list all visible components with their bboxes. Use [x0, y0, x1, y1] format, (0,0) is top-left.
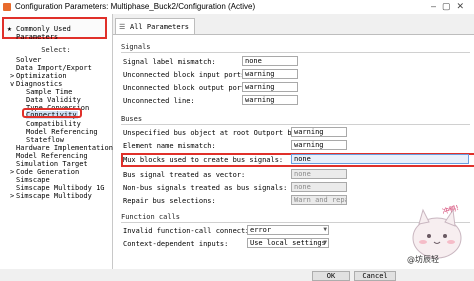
tree-item-stateflow[interactable]: Stateflow: [26, 136, 64, 144]
tree-item-diagnostics-expander[interactable]: v: [10, 80, 14, 88]
element-name-mismatch-select[interactable]: warning: [291, 140, 347, 150]
unspecified-bus-object-select[interactable]: warning: [291, 127, 347, 137]
left-pane: ★ Commonly Used Parameters Select: Solve…: [0, 14, 113, 269]
commonly-used-parameters-tab[interactable]: ★ Commonly Used Parameters: [2, 17, 107, 41]
tree-item-data-import-export[interactable]: Data Import/Export: [16, 64, 92, 72]
signal-label-mismatch-select[interactable]: none: [242, 56, 298, 66]
unconnected-input-select[interactable]: warning: [242, 69, 298, 79]
unconnected-output-label: Unconnected block output ports:: [123, 84, 254, 92]
tree-item-sample-time[interactable]: Sample Time: [26, 88, 72, 96]
context-dependent-inputs-label: Context-dependent inputs:: [123, 240, 229, 248]
divider: [121, 124, 470, 125]
tree-item-optimization-expander[interactable]: >: [10, 72, 14, 80]
window-title: Configuration Parameters: Multiphase_Buc…: [15, 2, 256, 11]
title-bar: Configuration Parameters: Multiphase_Buc…: [0, 0, 474, 15]
tree-item-data-validity[interactable]: Data Validity: [26, 96, 81, 104]
tab-all-parameters[interactable]: ☰ All Parameters: [115, 18, 195, 34]
connectivity-highlight-box: [22, 108, 82, 118]
unconnected-input-label: Unconnected block input ports:: [123, 71, 250, 79]
divider: [121, 52, 470, 53]
svg-text:冲鸭!: 冲鸭!: [441, 203, 460, 216]
function-calls-heading: Function calls: [121, 213, 181, 221]
unconnected-line-select[interactable]: warning: [242, 95, 298, 105]
tree-item-simulation-target[interactable]: Simulation Target: [16, 160, 88, 168]
chevron-down-icon: ▼: [323, 226, 327, 233]
tree-item-model-referencing[interactable]: Model Referencing: [16, 152, 88, 160]
tab-bar: ☰ All Parameters: [113, 14, 474, 34]
dialog-buttons: OK Cancel: [0, 269, 474, 281]
tree-item-simscape-multibody[interactable]: Simscape Multibody: [16, 192, 92, 200]
tree-item-code-generation-expander[interactable]: >: [10, 168, 14, 176]
tree-item-simscape-multibody-expander[interactable]: >: [10, 192, 14, 200]
repair-bus-selections-label: Repair bus selections:: [123, 197, 216, 205]
non-bus-signals-select[interactable]: none: [291, 182, 347, 192]
tree-item-code-generation[interactable]: Code Generation: [16, 168, 79, 176]
table-icon: ☰: [119, 23, 126, 31]
tree-item-simscape-multibody-1g[interactable]: Simscape Multibody 1G: [16, 184, 105, 192]
star-icon: ★: [7, 24, 12, 33]
unconnected-line-label: Unconnected line:: [123, 97, 195, 105]
chevron-down-icon: ▼: [323, 239, 327, 246]
tree-item-simscape[interactable]: Simscape: [16, 176, 50, 184]
window-controls[interactable]: –▢✕: [431, 1, 470, 12]
unconnected-output-select[interactable]: warning: [242, 82, 298, 92]
unspecified-bus-object-label: Unspecified bus object at root Outport b…: [123, 129, 313, 137]
ok-button[interactable]: OK: [312, 271, 350, 281]
invalid-function-call-label: Invalid function-call connection:: [123, 227, 263, 235]
context-dependent-inputs-select[interactable]: Use local settings ▼: [247, 238, 329, 248]
repair-bus-selections-select[interactable]: Warn and repair: [291, 195, 347, 205]
matlab-icon: [3, 3, 11, 11]
signal-label-mismatch-label: Signal label mismatch:: [123, 58, 216, 66]
all-parameters-label: All Parameters: [130, 23, 190, 31]
tree-item-solver[interactable]: Solver: [16, 56, 41, 64]
tree-item-compatibility[interactable]: Compatibility: [26, 120, 81, 128]
invalid-function-call-select[interactable]: error ▼: [247, 225, 329, 235]
select-label: Select:: [41, 46, 71, 54]
mux-blocks-select[interactable]: none: [291, 154, 469, 164]
tree-item-model-referencing-diag[interactable]: Model Referencing: [26, 128, 98, 136]
tree-item-optimization[interactable]: Optimization: [16, 72, 67, 80]
cat-sticker-image: 冲鸭! @坊辰轻: [407, 203, 462, 264]
non-bus-signals-label: Non-bus signals treated as bus signals:: [123, 184, 288, 192]
commonly-used-label: Commonly Used Parameters: [16, 25, 71, 41]
bus-signal-treated-select[interactable]: none: [291, 169, 347, 179]
bus-signal-treated-label: Bus signal treated as vector:: [123, 171, 246, 179]
element-name-mismatch-label: Element name mismatch:: [123, 142, 216, 150]
svg-text:@坊辰轻: @坊辰轻: [407, 254, 439, 264]
buses-heading: Buses: [121, 115, 143, 123]
mux-blocks-label: Mux blocks used to create bus signals:: [123, 156, 284, 164]
tree-item-hardware-implementation[interactable]: Hardware Implementation: [16, 144, 113, 152]
tree-item-diagnostics[interactable]: Diagnostics: [16, 80, 62, 88]
signals-heading: Signals: [121, 43, 151, 51]
cancel-button[interactable]: Cancel: [354, 271, 396, 281]
